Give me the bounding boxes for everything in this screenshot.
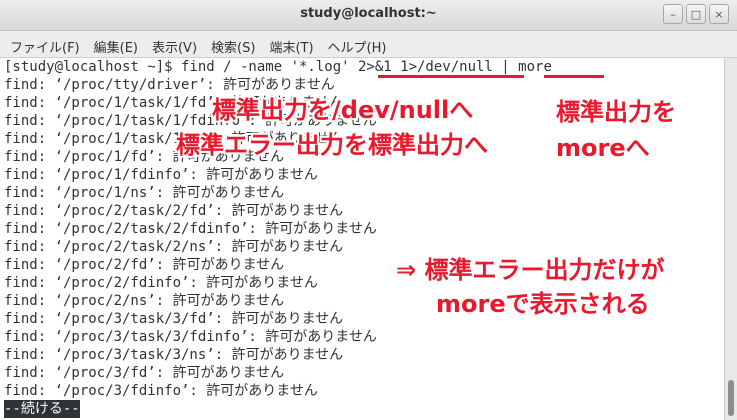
output-line: find: ‘/proc/2/ns’: 許可がありません <box>4 293 285 309</box>
output-line: find: ‘/proc/2/fd’: 許可がありません <box>4 257 285 273</box>
pipe-annotation-line1: 標準出力を <box>556 98 676 126</box>
result-annotation-line2: moreで表示される <box>436 290 650 318</box>
output-line: find: ‘/proc/3/task/3/fdinfo’: 許可がありません <box>4 329 377 345</box>
maximize-button[interactable]: □ <box>686 4 706 24</box>
output-line: find: ‘/proc/3/fdinfo’: 許可がありません <box>4 383 318 399</box>
pager-prompt: --続ける-- <box>4 400 80 418</box>
output-line: find: ‘/proc/1/ns’: 許可がありません <box>4 185 285 201</box>
menu-bar: ファイル(F) 編集(E) 表示(V) 検索(S) 端末(T) ヘルプ(H) <box>0 31 737 58</box>
output-line: find: ‘/proc/3/task/3/fd’: 許可がありません <box>4 311 344 327</box>
command-line: [study@localhost ~]$ find / -name '*.log… <box>4 59 552 75</box>
menu-edit[interactable]: 編集(E) <box>84 31 142 57</box>
result-annotation-line1: ⇒ 標準エラー出力だけが <box>396 256 665 284</box>
menu-file[interactable]: ファイル(F) <box>0 31 84 57</box>
stdout-redirect-underline <box>378 75 524 78</box>
scrollbar-thumb[interactable] <box>728 380 734 416</box>
stderr-annotation: 標準エラー出力を標準出力へ <box>176 131 488 159</box>
minimize-button[interactable]: – <box>663 4 683 24</box>
menu-help[interactable]: ヘルプ(H) <box>318 31 391 57</box>
menu-terminal[interactable]: 端末(T) <box>259 31 317 57</box>
pipe-annotation-line2: moreへ <box>556 134 650 162</box>
output-line: find: ‘/proc/2/fdinfo’: 許可がありません <box>4 275 318 291</box>
vertical-scrollbar[interactable] <box>724 58 737 420</box>
output-line: find: ‘/proc/2/task/2/fd’: 許可がありません <box>4 203 344 219</box>
output-line: find: ‘/proc/3/task/3/ns’: 許可がありません <box>4 347 344 363</box>
stdout-annotation: 標準出力を/dev/nullへ <box>212 96 474 124</box>
output-line: find: ‘/proc/1/fdinfo’: 許可がありません <box>4 167 318 183</box>
output-line: find: ‘/proc/2/task/2/ns’: 許可がありません <box>4 239 344 255</box>
menu-view[interactable]: 表示(V) <box>142 31 201 57</box>
title-bar: study@localhost:~ – □ × <box>0 0 737 31</box>
menu-search[interactable]: 検索(S) <box>201 31 259 57</box>
output-line: find: ‘/proc/2/task/2/fdinfo’: 許可がありません <box>4 221 377 237</box>
output-line: find: ‘/proc/tty/driver’: 許可がありません <box>4 77 335 93</box>
window-title: study@localhost:~ <box>300 6 437 21</box>
close-button[interactable]: × <box>709 4 729 24</box>
pipe-underline <box>544 75 604 78</box>
output-line: find: ‘/proc/3/fd’: 許可がありません <box>4 365 285 381</box>
